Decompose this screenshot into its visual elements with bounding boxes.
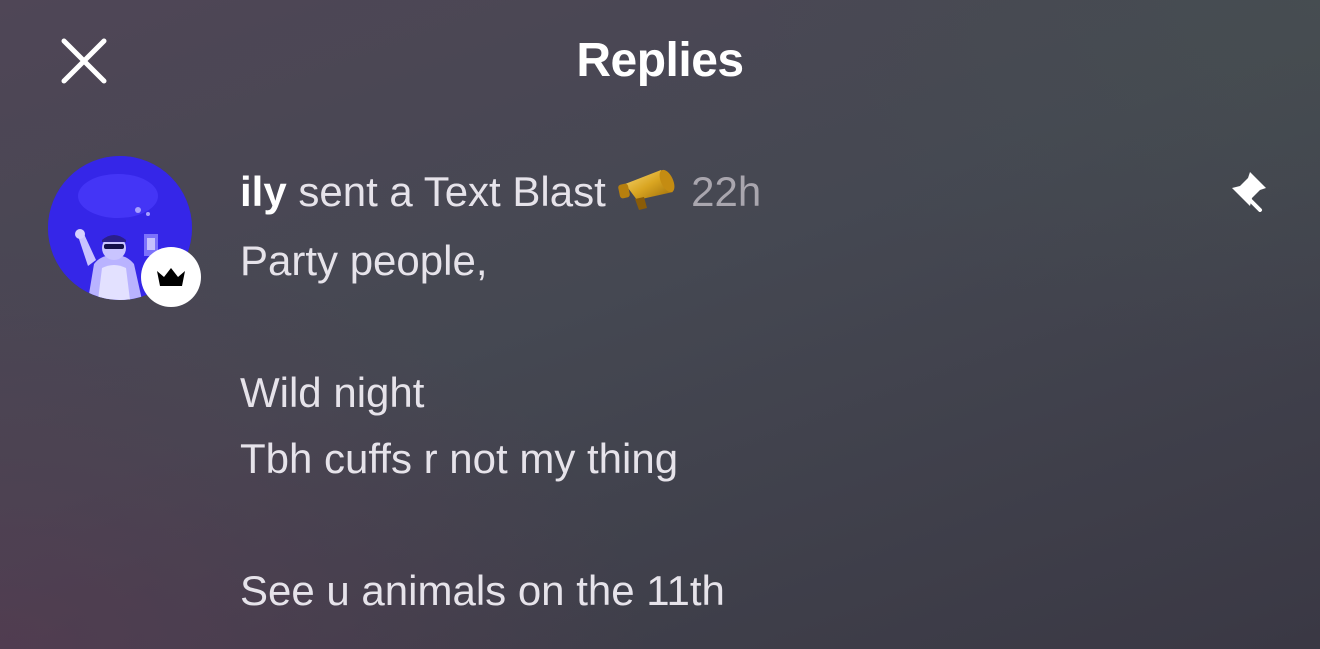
megaphone-icon <box>617 164 679 214</box>
pin-button[interactable] <box>1226 168 1270 212</box>
post-action: sent a Text Blast <box>298 168 606 215</box>
crown-icon <box>157 268 185 286</box>
avatar-crown-badge <box>141 247 201 307</box>
page-title: Replies <box>576 34 744 87</box>
author-name[interactable]: ily <box>240 168 287 215</box>
post-meta: ily sent a Text Blast 22h <box>240 164 761 217</box>
message-line: See u animals on the 11th <box>240 567 725 614</box>
pin-icon <box>1232 172 1266 212</box>
message-line: Wild night <box>240 369 425 416</box>
header-bar: Replies <box>0 0 1320 125</box>
message-body: Party people, Wild night Tbh cuffs r not… <box>240 228 1240 624</box>
message-line <box>240 492 1240 558</box>
message-line <box>240 294 1240 360</box>
post-timestamp: 22h <box>691 168 762 215</box>
message-line: Party people, <box>240 237 488 284</box>
message-line: Tbh cuffs r not my thing <box>240 435 679 482</box>
